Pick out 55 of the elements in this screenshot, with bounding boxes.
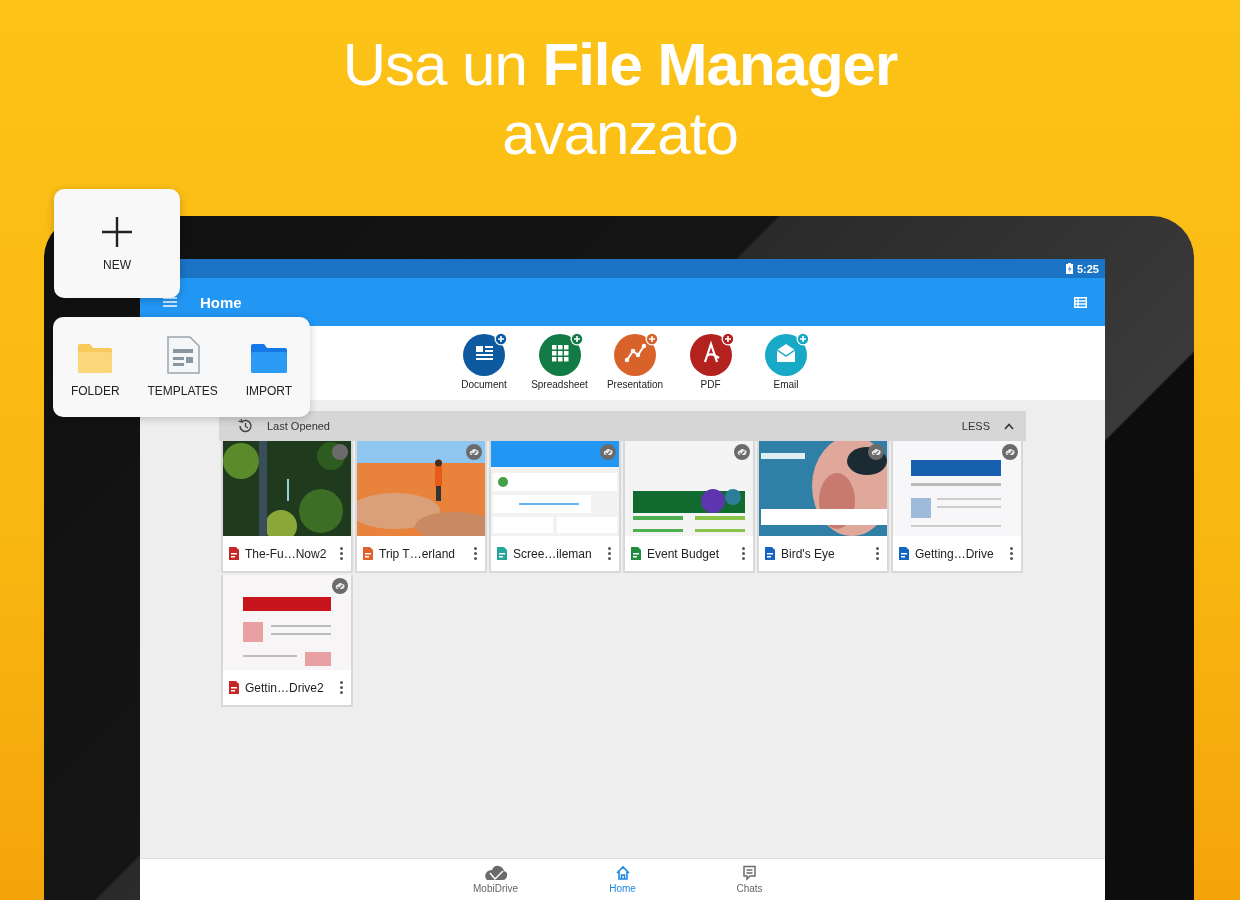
presentation-icon (614, 332, 660, 376)
file-card[interactable]: Bird's Eye (757, 441, 889, 573)
file-type-icon (899, 547, 909, 560)
create-button[interactable]: Email (748, 326, 824, 400)
file-type-icon (363, 547, 373, 560)
file-type-icon (765, 547, 775, 560)
cloud-icon (483, 865, 508, 881)
list-view-icon[interactable] (1074, 296, 1087, 308)
create-button[interactable]: Document (446, 326, 522, 400)
document-icon (463, 332, 509, 376)
home-icon (614, 865, 631, 881)
menu-item[interactable]: FOLDER (70, 336, 120, 398)
file-name: Trip T…erland (379, 546, 457, 561)
nav-tab[interactable]: MobiDrive (432, 859, 559, 900)
battery-icon (1065, 263, 1073, 274)
nav-tab[interactable]: Chats (686, 859, 813, 900)
folder-icon (249, 342, 288, 374)
file-card[interactable]: Trip T…erland (355, 441, 487, 573)
file-card[interactable]: Getting…Drive (891, 441, 1023, 573)
file-type-icon (229, 547, 239, 560)
file-type-icon (229, 681, 239, 694)
menu-item[interactable]: TEMPLATES (147, 336, 218, 398)
headline: avanzato (502, 99, 738, 169)
file-card[interactable]: The-Fu…Now2 (221, 441, 353, 573)
file-type-icon (497, 547, 507, 560)
file-card[interactable]: Event Budget (623, 441, 755, 573)
folder-icon (77, 342, 114, 374)
status-time: 5:25 (1076, 262, 1099, 275)
file-name: Bird's Eye (781, 546, 836, 561)
file-card[interactable]: Gettin…Drive2 (221, 575, 353, 707)
file-name: Gettin…Drive2 (245, 680, 325, 695)
headline: Usa un File Manager (342, 32, 898, 98)
document-icon (165, 336, 200, 374)
menu-item[interactable]: IMPORT (245, 336, 293, 398)
spreadsheet-icon (538, 332, 585, 376)
plus-icon (101, 215, 133, 248)
new-button[interactable]: NEW (54, 189, 180, 298)
file-name: Getting…Drive (915, 546, 995, 561)
app-title: Home (200, 293, 242, 311)
nav-tab[interactable]: Home (559, 859, 686, 900)
chat-icon (741, 865, 758, 881)
create-button[interactable]: Presentation (597, 326, 673, 400)
file-name: Event Budget (647, 546, 721, 561)
file-type-icon (631, 547, 641, 560)
file-name: Scree…ileman (513, 546, 593, 561)
collapse-toggle[interactable]: LESS (961, 420, 1014, 432)
caret-icon (1004, 422, 1014, 430)
email-icon (765, 332, 811, 376)
file-name: The-Fu…Now2 (245, 546, 328, 561)
create-button[interactable]: Spreadsheet (521, 326, 598, 400)
section-title: Last Opened (267, 420, 330, 432)
file-card[interactable]: Scree…ileman (489, 441, 621, 573)
pdf-icon (689, 332, 736, 376)
history-icon (237, 418, 253, 434)
create-button[interactable]: PDF (672, 326, 749, 400)
